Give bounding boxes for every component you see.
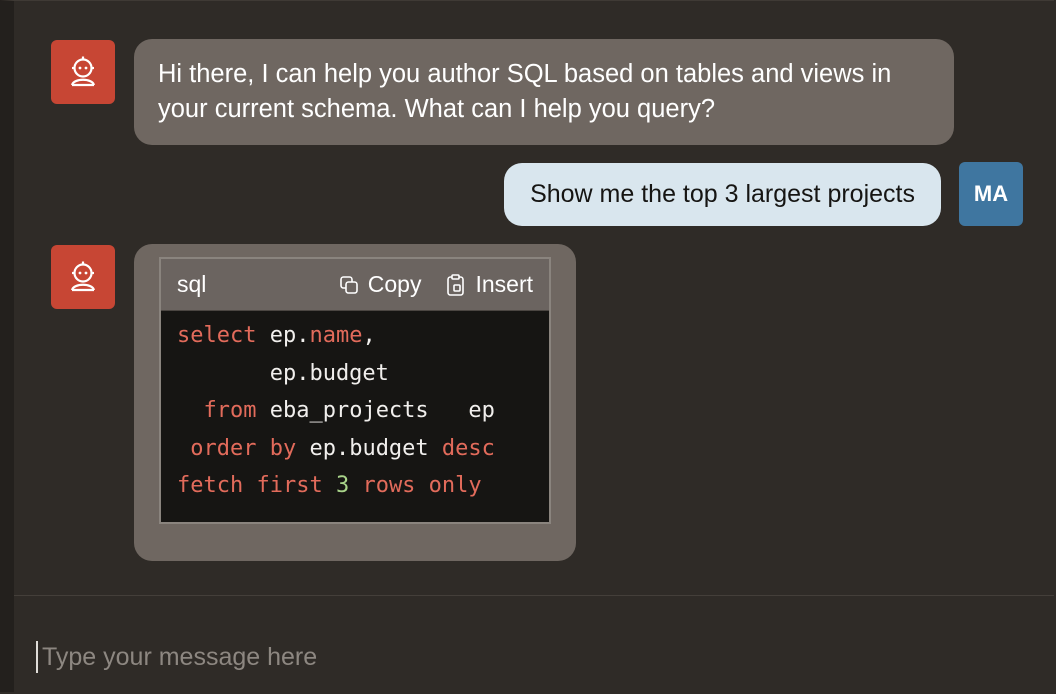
robot-icon <box>70 56 96 87</box>
copy-button[interactable]: Copy <box>338 271 422 298</box>
robot-icon <box>70 261 96 292</box>
bot-code-message: sql Copy Insert select ep.name, ep.budge… <box>134 244 576 561</box>
bot-avatar <box>51 40 115 104</box>
copy-icon <box>339 275 358 294</box>
sql-keyword: order by <box>177 435 297 461</box>
sql-identifier: ep.budget <box>296 435 442 461</box>
sql-identifier: , <box>362 323 376 348</box>
chat-transcript: Hi there, I can help you author SQL base… <box>14 0 1056 595</box>
message-input[interactable] <box>42 638 922 676</box>
code-line: from eba_projects ep <box>177 392 549 430</box>
sql-keyword: rows only <box>349 473 482 498</box>
sql-keyword: desc <box>441 435 495 461</box>
sql-number: 3 <box>335 473 350 498</box>
code-block: sql Copy Insert select ep.name, ep.budge… <box>159 257 551 524</box>
code-block-header: sql Copy Insert <box>161 259 549 311</box>
insert-button[interactable]: Insert <box>445 271 533 298</box>
sql-keyword: select <box>177 323 257 348</box>
composer-divider <box>14 595 1054 596</box>
sql-identifier: ep.budget <box>177 360 389 386</box>
code-line: order by ep.budget desc <box>177 430 549 468</box>
code-line: select ep.name, <box>177 317 549 355</box>
sql-code: select ep.name, ep.budget from eba_proje… <box>161 311 549 505</box>
copy-button-label: Copy <box>367 271 422 297</box>
user-message: Show me the top 3 largest projects <box>504 163 941 226</box>
text-caret <box>36 641 38 673</box>
user-message-text: Show me the top 3 largest projects <box>530 180 915 208</box>
bot-avatar <box>51 245 115 309</box>
insert-button-label: Insert <box>475 271 533 297</box>
code-line: ep.budget <box>177 355 549 393</box>
user-avatar: MA <box>959 162 1023 226</box>
bot-message: Hi there, I can help you author SQL base… <box>134 39 954 145</box>
code-line: fetch first 3 rows only <box>177 467 549 505</box>
message-composer <box>36 638 936 678</box>
clipboard-insert-icon <box>447 273 465 296</box>
code-language-label: sql <box>177 271 207 297</box>
sql-keyword: from <box>177 398 257 423</box>
sql-identifier: eba_projects ep <box>256 398 495 423</box>
bot-message-text: Hi there, I can help you author SQL base… <box>158 60 892 123</box>
sql-keyword: fetch first <box>177 473 336 498</box>
sql-keyword: name <box>309 323 363 348</box>
sql-identifier: ep. <box>256 323 310 348</box>
